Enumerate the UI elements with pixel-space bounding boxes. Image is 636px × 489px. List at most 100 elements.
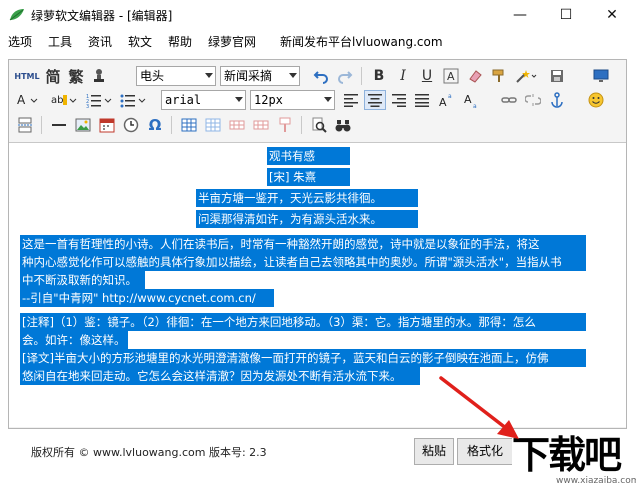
menu-softarticle[interactable]: 软文 (128, 33, 152, 50)
italic-label: I (400, 68, 406, 84)
copyright-text: 版权所有 © www.lvluowang.com 版本号: 2.3 (31, 446, 267, 459)
close-button[interactable]: ✕ (589, 0, 635, 30)
chevron-down-icon (324, 97, 332, 102)
content-line: 这是一首有哲理性的小诗。人们在读书后，时常有一种豁然开朗的感觉，诗中就是以象征的… (20, 235, 586, 253)
unordered-list-icon[interactable] (119, 90, 149, 110)
watermark-main: 下载吧 (512, 433, 622, 477)
content-line: --引自"中青网" http://www.cycnet.com.cn/ (20, 289, 274, 307)
clock-icon[interactable] (121, 115, 141, 135)
svg-text:A: A (439, 96, 447, 108)
watermark-url: www.xiazaiba.com (556, 476, 636, 486)
underline-button[interactable]: U (417, 66, 437, 86)
content-line: [注释]（1）鉴：镜子。（2）徘徊：在一个地方来回地移动。（3）渠：它。指方塘里… (20, 313, 586, 331)
content-line: 问渠那得清如许，为有源头活水来。 (196, 210, 418, 228)
subscript-icon[interactable]: Aa (462, 90, 484, 110)
font-size-value: 12px (254, 93, 283, 107)
font-color-icon[interactable]: A (441, 66, 461, 86)
font-color-button[interactable]: A (15, 90, 43, 110)
special-char-button[interactable]: Ω (145, 115, 165, 135)
toolbar-separator (41, 116, 42, 134)
insert-image-icon[interactable] (73, 115, 93, 135)
align-justify-icon[interactable] (412, 90, 432, 110)
content-line: 种内心感觉化作可以感触的具体行象加以描绘，让读者自己去领略其中的奥妙。所谓"源头… (20, 253, 586, 271)
align-right-icon[interactable] (389, 90, 409, 110)
anchor-icon[interactable] (547, 90, 567, 110)
editor-toolbar: HTML 简 繁 电头 新闻采摘 B I U A A ab 123 arial … (9, 60, 626, 143)
omega-icon: Ω (148, 116, 162, 134)
emoticon-icon[interactable] (585, 90, 607, 110)
svg-text:a: a (473, 103, 477, 108)
chevron-down-icon (289, 73, 297, 78)
content-line: [译文]半亩大小的方形池塘里的水光明澄清澈像一面打开的镜子，蓝天和白云的影子倒映… (20, 349, 586, 367)
window-title: 绿萝软文编辑器 - [编辑器] (31, 9, 173, 23)
page-break-icon[interactable] (15, 115, 35, 135)
toolbar-separator (171, 116, 172, 134)
svg-text:ab: ab (51, 95, 63, 106)
menu-news[interactable]: 资讯 (88, 33, 112, 50)
calendar-icon[interactable] (97, 115, 117, 135)
menu-publish-platform[interactable]: 新闻发布平台lvluowang.com (280, 33, 443, 50)
svg-text:A: A (464, 93, 472, 106)
content-line: 会。如许：像这样。 (20, 331, 128, 349)
html-icon[interactable]: HTML (14, 66, 40, 86)
italic-button[interactable]: I (393, 66, 413, 86)
insert-table-icon[interactable] (179, 115, 199, 135)
bold-label: B (373, 68, 385, 84)
content-line: 中不断汲取新的知识。 (20, 271, 145, 289)
leaf-app-icon (9, 9, 24, 21)
font-template-value: 电头 (140, 69, 165, 83)
unlink-icon[interactable] (523, 90, 543, 110)
svg-text:a: a (448, 93, 452, 100)
ordered-list-icon[interactable]: 123 (85, 90, 115, 110)
maximize-button[interactable]: ☐ (543, 0, 589, 30)
svg-text:A: A (447, 70, 455, 83)
menu-help[interactable]: 帮助 (168, 33, 192, 50)
watermark-logo: 下载吧 www.xiazaiba.com (512, 434, 636, 489)
content-line: 悠闲自在地来回走动。它怎么会这样清澈？因为发源处不断有活水流下来。 (20, 367, 420, 385)
menu-options[interactable]: 选项 (8, 33, 32, 50)
font-template-select[interactable]: 电头 (136, 66, 216, 86)
insert-column-icon[interactable] (275, 115, 295, 135)
superscript-icon[interactable]: Aa (437, 90, 459, 110)
title-bar: 绿萝软文编辑器 - [编辑器] — ☐ ✕ (0, 0, 636, 30)
menu-official-site[interactable]: 绿萝官网 (208, 33, 256, 50)
format-painter-icon[interactable] (489, 66, 509, 86)
undo-icon[interactable] (311, 66, 331, 86)
svg-text:3: 3 (86, 104, 89, 108)
save-icon[interactable] (547, 66, 567, 86)
simplified-label: 简 (45, 67, 61, 86)
traditional-chinese-button[interactable]: 繁 (66, 66, 86, 86)
insert-row-icon[interactable] (227, 115, 247, 135)
html-label: HTML (14, 71, 40, 81)
table-properties-icon[interactable] (203, 115, 223, 135)
link-icon[interactable] (499, 90, 519, 110)
font-face-select[interactable]: arial (161, 90, 246, 110)
highlight-color-button[interactable]: ab (49, 90, 79, 110)
preview-monitor-icon[interactable] (591, 66, 611, 86)
editor-content[interactable]: 观书有感 [宋] 朱熹 半亩方塘一鉴开，天光云影共徘徊。 问渠那得清如许，为有源… (9, 143, 626, 427)
chevron-down-icon (235, 97, 243, 102)
delete-row-icon[interactable] (251, 115, 271, 135)
content-line: 观书有感 (267, 147, 350, 165)
svg-text:A: A (17, 93, 26, 107)
magic-wand-icon[interactable] (513, 66, 539, 86)
redo-icon[interactable] (335, 66, 355, 86)
bold-button[interactable]: B (369, 66, 389, 86)
style-template-value: 新闻采摘 (224, 69, 273, 83)
binoculars-icon[interactable] (333, 115, 353, 135)
style-template-select[interactable]: 新闻采摘 (220, 66, 300, 86)
eraser-icon[interactable] (465, 66, 485, 86)
align-left-icon[interactable] (341, 90, 361, 110)
menu-tools[interactable]: 工具 (48, 33, 72, 50)
font-size-select[interactable]: 12px (250, 90, 335, 110)
simplified-chinese-button[interactable]: 简 (43, 66, 63, 86)
content-line: 半亩方塘一鉴开，天光云影共徘徊。 (196, 189, 418, 207)
find-icon[interactable] (309, 115, 329, 135)
minimize-button[interactable]: — (497, 0, 543, 30)
horizontal-rule-icon[interactable] (49, 115, 69, 135)
chevron-down-icon (205, 73, 213, 78)
content-line: [宋] 朱熹 (267, 168, 350, 186)
font-face-value: arial (165, 93, 202, 107)
align-center-icon[interactable] (364, 90, 386, 110)
stamp-icon[interactable] (89, 66, 109, 86)
